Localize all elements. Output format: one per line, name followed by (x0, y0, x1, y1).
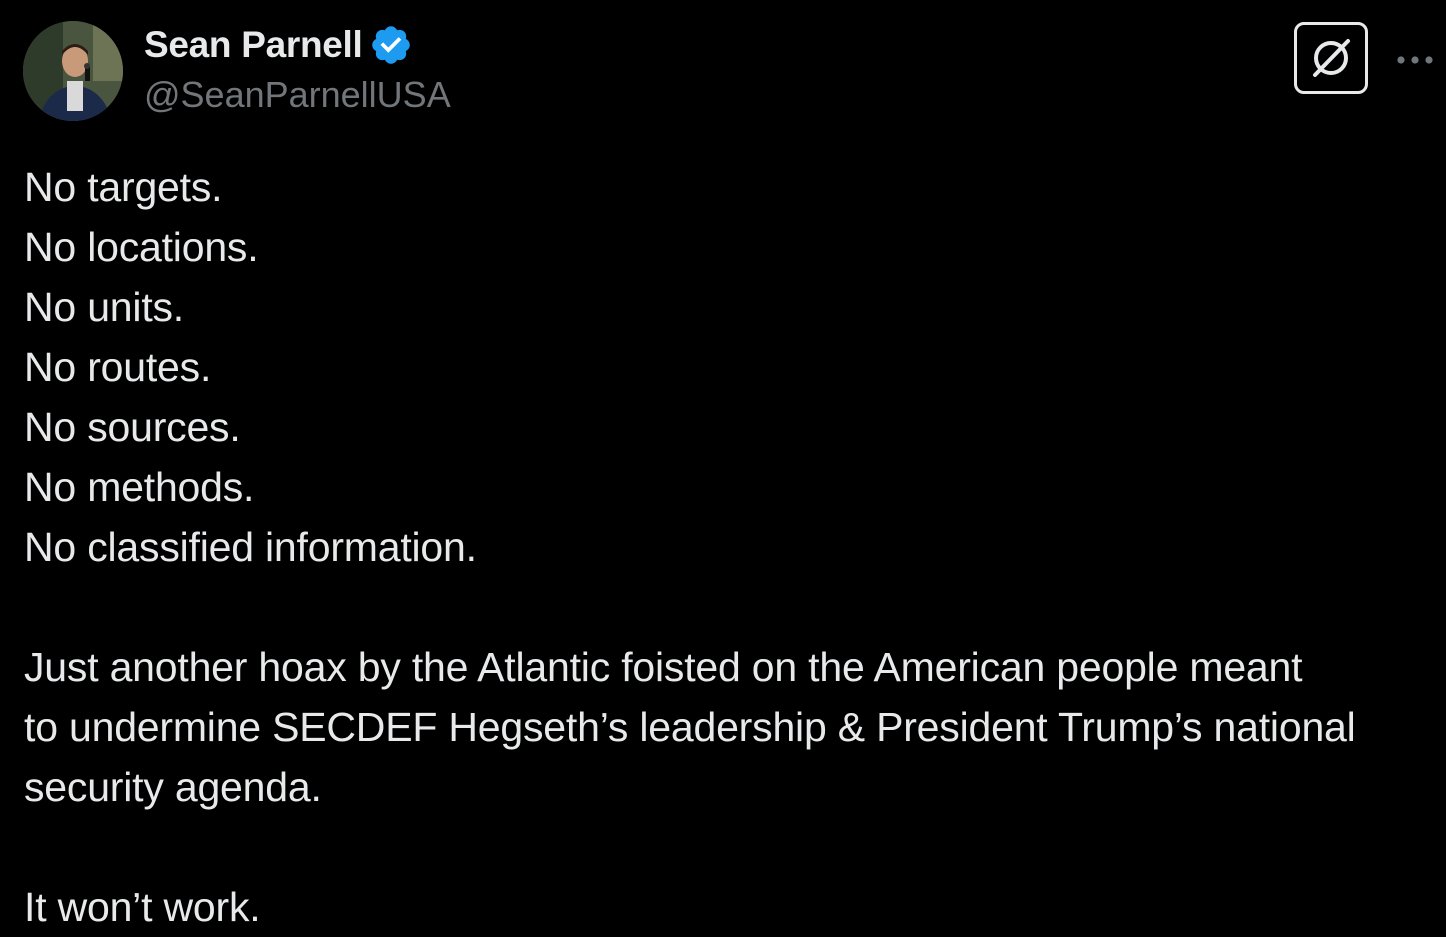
author-display-name[interactable]: Sean Parnell (144, 24, 363, 66)
profile-photo (23, 21, 123, 121)
paragraph-break (24, 577, 1439, 637)
tweet-line: No methods. (24, 464, 255, 510)
more-options-button[interactable] (1393, 40, 1437, 80)
tweet-paragraph-line: Just another hoax by the Atlantic foiste… (24, 644, 1303, 690)
tweet-line: No classified information. (24, 524, 477, 570)
tweet-paragraph-line: to undermine SECDEF Hegseth’s leadership… (24, 704, 1356, 750)
tweet-closing-line: It won’t work. (24, 884, 261, 930)
grok-icon (1313, 39, 1350, 77)
tweet-line: No routes. (24, 344, 212, 390)
tweet-line: No locations. (24, 224, 259, 270)
author-handle[interactable]: @SeanParnellUSA (144, 74, 451, 116)
grok-button[interactable] (1294, 22, 1368, 94)
tweet-paragraph-line: security agenda. (24, 764, 322, 810)
tweet-line: No sources. (24, 404, 241, 450)
more-horizontal-icon (1397, 56, 1433, 64)
tweet-line: No units. (24, 284, 184, 330)
tweet-text: No targets. No locations. No units. No r… (24, 157, 1439, 937)
verified-badge-icon[interactable] (369, 23, 413, 67)
author-name-row: Sean Parnell (144, 22, 413, 68)
avatar[interactable] (23, 21, 123, 121)
paragraph-break (24, 817, 1439, 877)
tweet-line: No targets. (24, 164, 223, 210)
